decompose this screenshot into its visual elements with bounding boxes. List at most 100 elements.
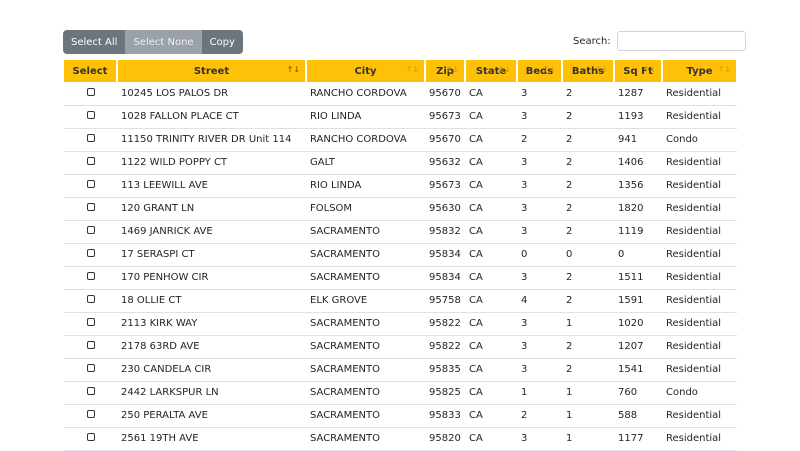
row-checkbox[interactable] [86,364,95,372]
cell-zip: 95758 [425,289,465,313]
cell-beds: 3 [517,151,562,175]
table-row[interactable]: 18 OLLIE CT ELK GROVE 95758 CA 4 2 1591 Residen… [64,289,737,313]
row-checkbox[interactable] [86,87,95,96]
table-row[interactable]: 1028 FALLON PLACE CT RIO LINDA 95673 CA 3 2 11… [64,105,737,129]
cell-city: ELK GROVE [306,289,425,313]
cell-beds: 2 [517,404,562,428]
table-row[interactable]: 1122 WILD POPPY CT GALT 95632 CA 3 2 1406 Resid… [64,151,737,175]
cell-type: Condo [662,381,737,405]
column-header-select[interactable]: Select [64,60,118,82]
sort-icon[interactable]: ↑↓ [406,65,419,74]
column-header-baths[interactable]: Baths ↑↓ [562,60,615,82]
row-checkbox[interactable] [86,157,95,165]
row-checkbox[interactable] [86,203,95,211]
sort-icon[interactable]: ↑↓ [287,65,300,74]
table-row[interactable]: 120 GRANT LN FOLSOM 95630 CA 3 2 1820 Residenti… [64,197,737,221]
select-cell [64,404,117,428]
column-header-beds[interactable]: Beds ↑↓ [517,60,563,82]
cell-city: RANCHO CORDOVA [306,82,425,106]
cell-sq-ft: 1177 [614,427,662,451]
table-row[interactable]: 2442 LARKSPUR LN SACRAMENTO 95825 CA 1 1 760 Co… [64,381,737,405]
cell-beds: 3 [517,266,562,290]
cell-sq-ft: 1820 [614,197,662,221]
table-row[interactable]: 2113 KIRK WAY SACRAMENTO 95822 CA 3 1 1020 Resi… [64,312,737,336]
copy-button[interactable]: Copy [201,30,243,54]
cell-street: 17 SERASPI CT [117,243,306,267]
cell-state: CA [465,266,517,290]
row-checkbox[interactable] [86,180,95,188]
cell-baths: 2 [562,289,614,313]
cell-state: CA [465,128,517,152]
select-all-button[interactable]: Select All [63,30,126,54]
cell-zip: 95630 [425,197,465,221]
row-checkbox[interactable] [86,410,95,418]
cell-beds: 3 [517,335,562,359]
row-checkbox[interactable] [86,111,95,119]
select-cell [64,427,117,451]
cell-city: RIO LINDA [306,174,425,198]
row-checkbox[interactable] [86,249,95,257]
cell-city: SACRAMENTO [306,381,425,405]
search-input[interactable] [616,31,746,51]
column-label: Type [686,65,713,77]
search-box: Search: [573,31,746,51]
cell-zip: 95632 [425,151,465,175]
cell-zip: 95835 [425,358,465,382]
table-row[interactable]: 2178 63RD AVE SACRAMENTO 95822 CA 3 2 1207 Resi… [64,335,737,359]
cell-zip: 95825 [425,381,465,405]
sort-icon[interactable]: ↑↓ [543,65,556,74]
sort-icon[interactable]: ↑↓ [446,65,459,74]
column-header-zip[interactable]: Zip ↑↓ [425,60,466,82]
row-checkbox[interactable] [86,226,95,234]
table-row[interactable]: 1469 JANRICK AVE SACRAMENTO 95832 CA 3 2 1119 R… [64,220,737,244]
cell-baths: 1 [562,404,614,428]
sort-icon[interactable]: ↑↓ [718,65,731,74]
table-row[interactable]: 113 LEEWILL AVE RIO LINDA 95673 CA 3 2 1356 Res… [64,174,737,198]
select-cell [64,335,117,359]
cell-baths: 2 [562,128,614,152]
table-row[interactable]: 250 PERALTA AVE SACRAMENTO 95833 CA 2 1 588 Res… [64,404,737,428]
cell-baths: 2 [562,335,614,359]
column-header-sq-ft[interactable]: Sq Ft ↑↓ [614,60,663,82]
cell-state: CA [465,197,517,221]
cell-sq-ft: 1287 [614,82,662,106]
column-header-street[interactable]: Street ↑↓ [117,60,307,82]
sort-icon[interactable]: ↑↓ [643,65,656,74]
table-row[interactable]: 2561 19TH AVE SACRAMENTO 95820 CA 3 1 1177 Resi… [64,427,737,451]
table-row[interactable]: 10245 LOS PALOS DR RANCHO CORDOVA 95670 CA 3… [64,82,737,106]
row-checkbox[interactable] [86,134,95,142]
cell-type: Residential [662,335,737,359]
sort-icon[interactable]: ↑↓ [595,65,608,74]
select-cell [64,289,117,313]
cell-sq-ft: 1591 [614,289,662,313]
properties-table: Select Street ↑↓ City ↑↓ Zip ↑↓ State ↑↓ Beds ↑↓ Ba… [64,60,738,451]
cell-baths: 2 [562,358,614,382]
cell-street: 120 GRANT LN [117,197,306,221]
cell-city: RANCHO CORDOVA [306,128,425,152]
sort-icon[interactable]: ↑↓ [498,65,511,74]
row-checkbox[interactable] [86,318,95,326]
cell-baths: 2 [562,174,614,198]
row-checkbox[interactable] [86,433,95,441]
cell-city: GALT [306,151,425,175]
table-row[interactable]: 11150 TRINITY RIVER DR Unit 114 RANCHO CO… [64,128,737,152]
column-header-state[interactable]: State ↑↓ [465,60,518,82]
row-checkbox[interactable] [86,341,95,349]
cell-type: Residential [662,82,737,106]
row-checkbox[interactable] [86,387,95,395]
table-row[interactable]: 230 CANDELA CIR SACRAMENTO 95835 CA 3 2 1541 Re… [64,358,737,382]
select-none-button[interactable]: Select None [125,30,202,54]
table-row[interactable]: 170 PENHOW CIR SACRAMENTO 95834 CA 3 2 1511 Res… [64,266,737,290]
table-row[interactable]: 17 SERASPI CT SACRAMENTO 95834 CA 0 0 0 Residen… [64,243,737,267]
cell-type: Residential [662,312,737,336]
cell-type: Residential [662,151,737,175]
cell-state: CA [465,358,517,382]
select-cell [64,151,117,175]
row-checkbox[interactable] [86,295,95,303]
cell-baths: 2 [562,197,614,221]
cell-beds: 3 [517,220,562,244]
row-checkbox[interactable] [86,272,95,280]
column-header-city[interactable]: City ↑↓ [306,60,426,82]
cell-beds: 3 [517,358,562,382]
column-header-type[interactable]: Type ↑↓ [662,60,738,82]
